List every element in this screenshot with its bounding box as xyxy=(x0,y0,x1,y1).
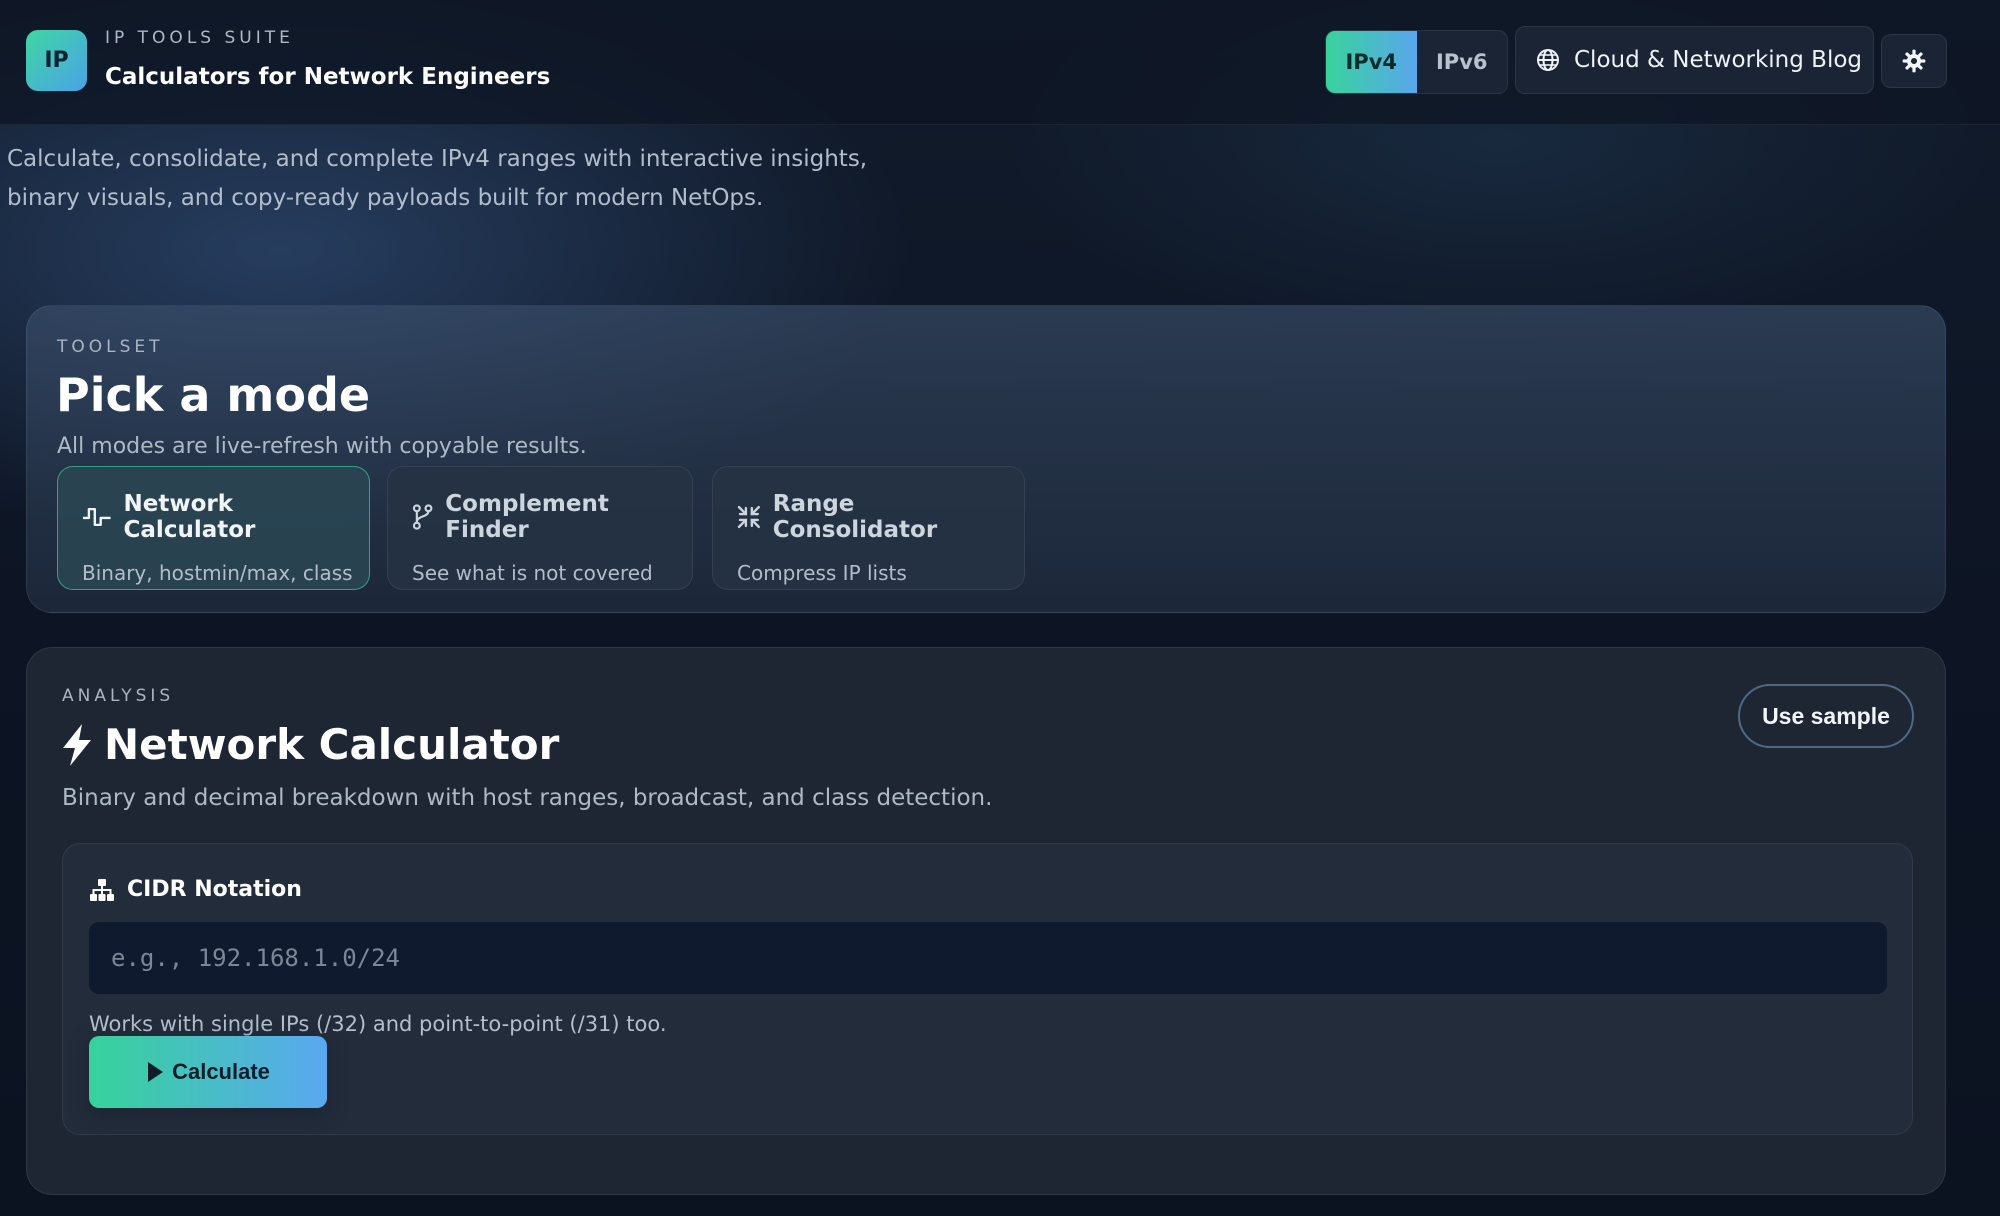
globe-icon xyxy=(1537,49,1559,71)
analysis-kicker: ANALYSIS xyxy=(62,686,175,706)
bolt-icon xyxy=(63,723,91,766)
mode-complement-finder[interactable]: Complement Finder See what is not covere… xyxy=(387,466,693,590)
toolset-title: Pick a mode xyxy=(56,368,371,422)
analysis-title: Network Calculator xyxy=(104,720,560,769)
brand-title: Calculators for Network Engineers xyxy=(105,64,551,90)
mode-title: Network Calculator xyxy=(123,491,256,543)
cidr-field-label: CIDR Notation xyxy=(89,877,302,902)
toolset-subtitle: All modes are live-refresh with copyable… xyxy=(57,434,587,459)
cidr-label-text: CIDR Notation xyxy=(127,877,302,902)
analysis-subtitle: Binary and decimal breakdown with host r… xyxy=(62,785,993,811)
brand-kicker: IP TOOLS SUITE xyxy=(105,28,294,48)
use-sample-button[interactable]: Use sample xyxy=(1738,684,1914,748)
mode-title: Range Consolidator xyxy=(772,491,938,543)
branch-icon xyxy=(412,504,433,530)
intro-line-2: binary visuals, and copy-ready payloads … xyxy=(7,185,764,211)
ipv6-toggle-button[interactable]: IPv6 xyxy=(1417,31,1508,93)
app-logo[interactable]: IP xyxy=(26,30,87,91)
app-header: IP IP TOOLS SUITE Calculators for Networ… xyxy=(0,0,2000,125)
ipv4-toggle-button[interactable]: IPv4 xyxy=(1326,31,1417,93)
gear-icon xyxy=(1902,49,1926,73)
mode-network-calculator[interactable]: Network Calculator Binary, hostmin/max, … xyxy=(57,466,370,590)
cidr-input[interactable] xyxy=(89,922,1887,994)
analysis-heading: Network Calculator xyxy=(60,720,559,769)
toolset-card: TOOLSET Pick a mode All modes are live-r… xyxy=(26,305,1946,613)
calculate-button[interactable]: Calculate xyxy=(89,1036,327,1108)
calculate-label: Calculate xyxy=(172,1059,270,1084)
settings-button[interactable] xyxy=(1881,34,1947,88)
pulse-icon xyxy=(82,507,111,527)
mode-range-consolidator[interactable]: Range Consolidator Compress IP lists xyxy=(712,466,1025,590)
mode-title: Complement Finder xyxy=(445,491,609,543)
play-icon xyxy=(148,1062,164,1082)
cidr-form-panel: CIDR Notation Works with single IPs (/32… xyxy=(62,843,1913,1135)
blog-link-label: Cloud & Networking Blog xyxy=(1574,47,1863,73)
toolset-kicker: TOOLSET xyxy=(57,337,164,357)
compress-icon xyxy=(737,505,760,529)
ip-version-toggle: IPv4 IPv6 xyxy=(1325,30,1508,94)
intro-text: Calculate, consolidate, and complete IPv… xyxy=(7,140,907,218)
intro-line-1: Calculate, consolidate, and complete IPv… xyxy=(7,146,868,172)
sitemap-icon xyxy=(90,878,114,901)
mode-description: Binary, hostmin/max, class xyxy=(82,561,353,585)
analysis-card: ANALYSIS Network Calculator Binary and d… xyxy=(26,647,1946,1195)
cidr-hint: Works with single IPs (/32) and point-to… xyxy=(89,1012,667,1036)
blog-link-button[interactable]: Cloud & Networking Blog xyxy=(1515,26,1874,94)
mode-description: See what is not covered xyxy=(412,561,653,585)
mode-description: Compress IP lists xyxy=(737,561,907,585)
